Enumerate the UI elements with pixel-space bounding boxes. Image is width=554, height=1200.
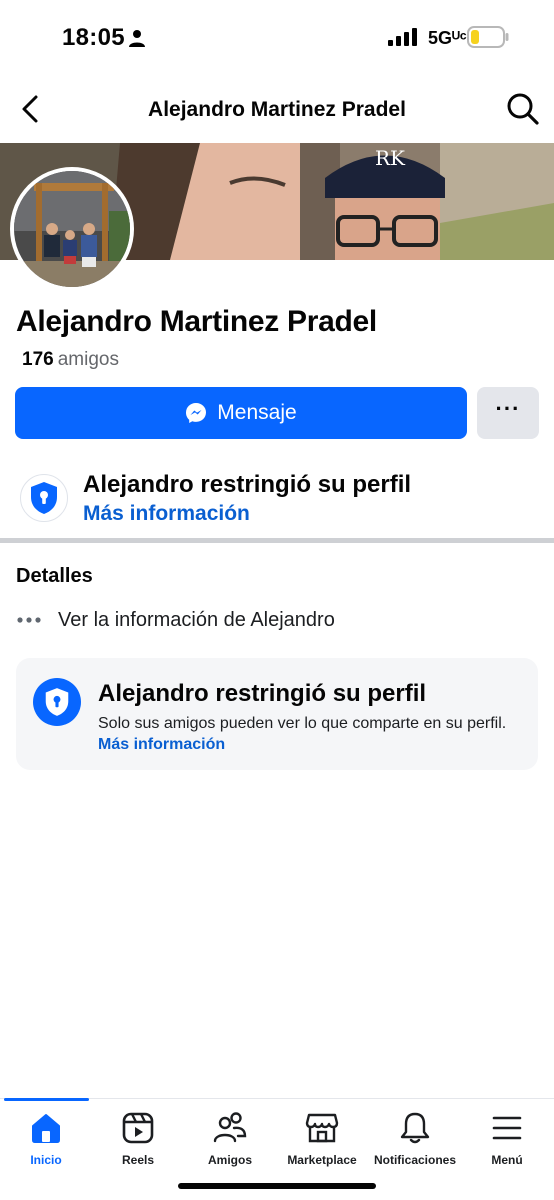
friends-icon	[213, 1112, 247, 1143]
card-title: Alejandro restringió su perfil	[98, 680, 427, 707]
card-more-info-link[interactable]: Más información	[98, 736, 225, 753]
nav-item-reels[interactable]: Reels	[92, 1111, 184, 1171]
bell-icon	[400, 1112, 430, 1144]
shield-lock-icon	[31, 482, 57, 514]
header-title: Alejandro Martinez Pradel	[148, 98, 406, 121]
menu-icon	[492, 1116, 522, 1140]
more-dots-icon: ···	[495, 396, 521, 421]
card-body: Solo sus amigos pueden ver lo que compar…	[98, 713, 518, 755]
battery-icon	[467, 26, 509, 48]
marketplace-icon	[305, 1113, 339, 1143]
messenger-icon	[186, 403, 207, 423]
avatar-image	[14, 171, 130, 287]
nav-label-reels: Reels	[121, 1153, 155, 1167]
nav-label-menu: Menú	[491, 1153, 523, 1167]
reels-icon	[122, 1112, 154, 1144]
network-label: 5Gᵁᶜ	[428, 28, 467, 48]
nav-label-amigos: Amigos	[207, 1153, 252, 1167]
nav-label-notificaciones: Notificaciones	[373, 1153, 457, 1167]
nav-item-inicio[interactable]: Inicio	[0, 1111, 92, 1171]
section-divider	[0, 538, 554, 543]
nav-item-notificaciones[interactable]: Notificaciones	[369, 1111, 461, 1171]
friends-count: 176	[22, 349, 54, 370]
nav-item-amigos[interactable]: Amigos	[184, 1111, 276, 1171]
signal-icon	[388, 28, 417, 46]
see-info-row[interactable]: Ver la información de Alejandro	[16, 606, 335, 634]
chevron-left-icon[interactable]	[18, 94, 44, 124]
nav-item-menu[interactable]: Menú	[461, 1111, 553, 1171]
restriction-banner: Alejandro restringió su perfil Más infor…	[0, 462, 554, 534]
nav-label-marketplace: Marketplace	[287, 1153, 357, 1167]
status-time: 18:05	[62, 24, 125, 51]
details-heading: Detalles	[16, 565, 93, 587]
friends-count-link[interactable]: 176 amigos	[22, 349, 119, 371]
nav-active-indicator	[4, 1098, 89, 1101]
shield-badge	[20, 474, 68, 522]
more-options-button[interactable]: ···	[477, 387, 539, 439]
shield-lock-icon	[45, 688, 69, 716]
status-bar: 18:05 5Gᵁᶜ	[0, 0, 554, 76]
restriction-info-card: Alejandro restringió su perfil Solo sus …	[16, 658, 538, 770]
home-icon	[32, 1114, 60, 1143]
more-info-link[interactable]: Más información	[83, 502, 250, 526]
search-icon[interactable]	[506, 92, 540, 126]
profile-name: Alejandro Martinez Pradel	[16, 305, 377, 338]
message-button-label: Mensaje	[217, 401, 297, 424]
card-body-text: Solo sus amigos pueden ver lo que compar…	[98, 715, 507, 732]
restriction-title: Alejandro restringió su perfil	[83, 471, 412, 498]
profile-avatar[interactable]	[10, 167, 134, 291]
dots-horizontal-icon	[17, 617, 41, 623]
home-indicator[interactable]	[178, 1183, 376, 1189]
svg-text:RK: RK	[375, 146, 406, 170]
see-info-label: Ver la información de Alejandro	[58, 608, 335, 631]
nav-item-marketplace[interactable]: Marketplace	[276, 1111, 368, 1171]
profile-screen: 18:05 5Gᵁᶜ Alejandro Martinez Pradel RK …	[0, 0, 554, 1200]
card-shield-badge	[33, 678, 81, 726]
person-icon	[129, 30, 145, 47]
top-header: Alejandro Martinez Pradel	[0, 82, 554, 138]
nav-label-inicio: Inicio	[30, 1153, 62, 1167]
friends-label: amigos	[57, 349, 119, 370]
message-button[interactable]: Mensaje	[15, 387, 467, 439]
